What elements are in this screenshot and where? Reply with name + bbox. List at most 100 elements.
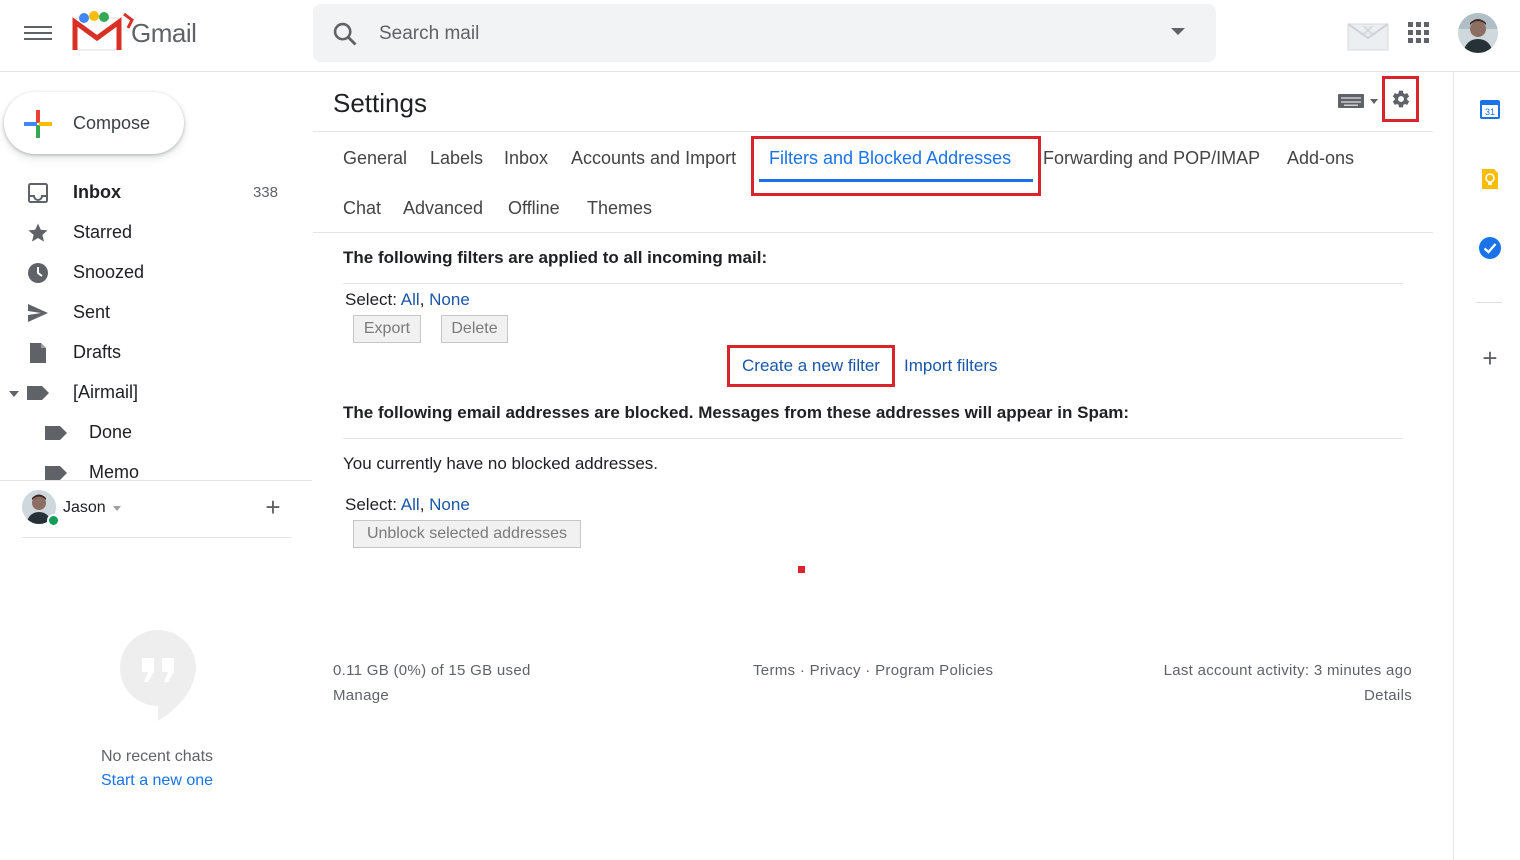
sidebar-item-inbox[interactable]: Inbox 338	[0, 173, 300, 213]
sidebar-nav: Inbox 338 Starred Snoozed Sent Drafts [A…	[0, 170, 312, 480]
filters-tab-highlight-box	[751, 136, 1041, 196]
select-separator: ,	[420, 290, 425, 309]
expand-arrow-icon[interactable]	[9, 391, 19, 397]
manage-storage-link[interactable]: Manage	[333, 687, 389, 704]
top-header: Gmail	[0, 0, 1520, 72]
tab-inbox[interactable]: Inbox	[504, 148, 548, 169]
program-policies-link[interactable]: Program Policies	[875, 662, 993, 679]
google-apps-icon[interactable]	[1408, 22, 1430, 44]
tab-add-ons[interactable]: Add-ons	[1287, 148, 1354, 169]
search-input[interactable]	[379, 21, 1139, 47]
side-panel: 31 +	[1453, 72, 1520, 860]
star-icon	[27, 222, 49, 244]
settings-highlight-box	[1382, 76, 1419, 122]
sidebar-item-label: Sent	[73, 302, 110, 323]
select-none-filters-link[interactable]: None	[429, 290, 470, 309]
terms-link[interactable]: Terms	[753, 662, 795, 679]
select-all-blocked-link[interactable]: All	[401, 495, 420, 514]
tab-forwarding-and-pop-imap[interactable]: Forwarding and POP/IMAP	[1043, 148, 1260, 169]
sidebar-item-label: Done	[89, 422, 132, 443]
select-none-blocked-link[interactable]: None	[429, 495, 470, 514]
import-filters-link[interactable]: Import filters	[904, 356, 998, 376]
select-all-filters-link[interactable]: All	[401, 290, 420, 309]
sidebar-item-memo[interactable]: Memo	[0, 453, 300, 480]
tab-themes[interactable]: Themes	[587, 198, 652, 219]
storage-usage: 0.11 GB (0%) of 15 GB used	[333, 662, 531, 679]
sidebar-item-sent[interactable]: Sent	[0, 293, 300, 333]
blocked-addresses-heading: The following email addresses are blocke…	[343, 403, 1129, 423]
no-blocked-addresses-text: You currently have no blocked addresses.	[343, 454, 658, 474]
sidebar-item-drafts[interactable]: Drafts	[0, 333, 300, 373]
keep-icon[interactable]	[1478, 167, 1502, 191]
tasks-icon[interactable]	[1478, 236, 1502, 260]
tab-accounts-and-import[interactable]: Accounts and Import	[571, 148, 736, 169]
filters-select-row: Select: All, None	[345, 290, 470, 310]
send-icon	[27, 302, 49, 324]
sidebar-item-airmail[interactable]: [Airmail]	[0, 373, 300, 413]
gmail-logo-text[interactable]: Gmail	[131, 18, 196, 49]
section-divider	[343, 438, 1403, 439]
delete-button[interactable]: Delete	[441, 315, 508, 343]
search-icon[interactable]	[331, 20, 359, 48]
export-button[interactable]: Export	[353, 315, 421, 343]
hangouts-user-name[interactable]: Jason	[63, 499, 106, 517]
footer-separator: ·	[865, 662, 870, 679]
privacy-link[interactable]: Privacy	[810, 662, 861, 679]
side-panel-divider	[1476, 302, 1502, 303]
main-menu-icon[interactable]	[24, 22, 52, 46]
create-new-filter-link[interactable]: Create a new filter	[742, 356, 880, 376]
account-avatar[interactable]	[1458, 13, 1498, 53]
unblock-selected-button[interactable]: Unblock selected addresses	[353, 520, 581, 548]
online-status-dot	[47, 514, 60, 527]
chevron-down-icon[interactable]	[113, 506, 121, 511]
hangouts-divider	[0, 480, 312, 482]
tabs-divider	[313, 232, 1433, 233]
draft-icon	[27, 342, 49, 364]
sidebar-item-done[interactable]: Done	[0, 413, 300, 453]
sidebar-item-label: Memo	[89, 462, 139, 480]
start-new-chat-link[interactable]: Start a new one	[0, 772, 314, 790]
tab-offline[interactable]: Offline	[508, 198, 560, 219]
search-bar[interactable]	[313, 4, 1216, 62]
new-conversation-plus-icon[interactable]: +	[262, 496, 284, 518]
section-divider	[343, 283, 1403, 284]
page-title: Settings	[333, 88, 427, 119]
keyboard-icon[interactable]	[1338, 94, 1364, 108]
calendar-day: 31	[1485, 107, 1495, 117]
red-marker	[798, 566, 805, 573]
filters-heading: The following filters are applied to all…	[343, 248, 767, 268]
search-options-dropdown-icon[interactable]	[1171, 28, 1185, 35]
gear-icon[interactable]	[1391, 89, 1411, 109]
label-icon	[27, 386, 49, 400]
compose-button[interactable]: Compose	[4, 92, 184, 154]
envelope-icon	[1346, 16, 1390, 52]
calendar-icon[interactable]: 31	[1478, 97, 1502, 121]
blocked-select-row: Select: All, None	[345, 495, 470, 515]
no-recent-chats-text: No recent chats	[0, 748, 314, 766]
select-label: Select:	[345, 290, 397, 309]
sidebar-item-label: Starred	[73, 222, 132, 243]
inbox-icon	[27, 182, 49, 204]
sidebar-item-label: Snoozed	[73, 262, 144, 283]
input-tools-dropdown-icon[interactable]	[1370, 99, 1378, 104]
activity-details-link[interactable]: Details	[1364, 687, 1412, 704]
inbox-count: 338	[253, 184, 278, 201]
hangouts-user: Jason +	[22, 490, 292, 538]
select-label: Select:	[345, 495, 397, 514]
tab-chat[interactable]: Chat	[343, 198, 381, 219]
get-add-ons-plus-icon[interactable]: +	[1478, 346, 1502, 370]
tab-advanced[interactable]: Advanced	[403, 198, 483, 219]
last-account-activity: Last account activity: 3 minutes ago	[1164, 662, 1412, 679]
hangouts-quote-icon	[118, 628, 198, 723]
sidebar-item-starred[interactable]: Starred	[0, 213, 300, 253]
tab-labels[interactable]: Labels	[430, 148, 483, 169]
label-icon	[45, 466, 67, 480]
tab-general[interactable]: General	[343, 148, 407, 169]
label-icon	[45, 426, 67, 440]
sidebar-item-label: [Airmail]	[73, 382, 138, 403]
sidebar-item-snoozed[interactable]: Snoozed	[0, 253, 300, 293]
title-divider	[313, 131, 1433, 132]
compose-plus-icon	[22, 108, 54, 140]
clock-icon	[27, 262, 49, 284]
sidebar-item-label: Inbox	[73, 182, 121, 203]
